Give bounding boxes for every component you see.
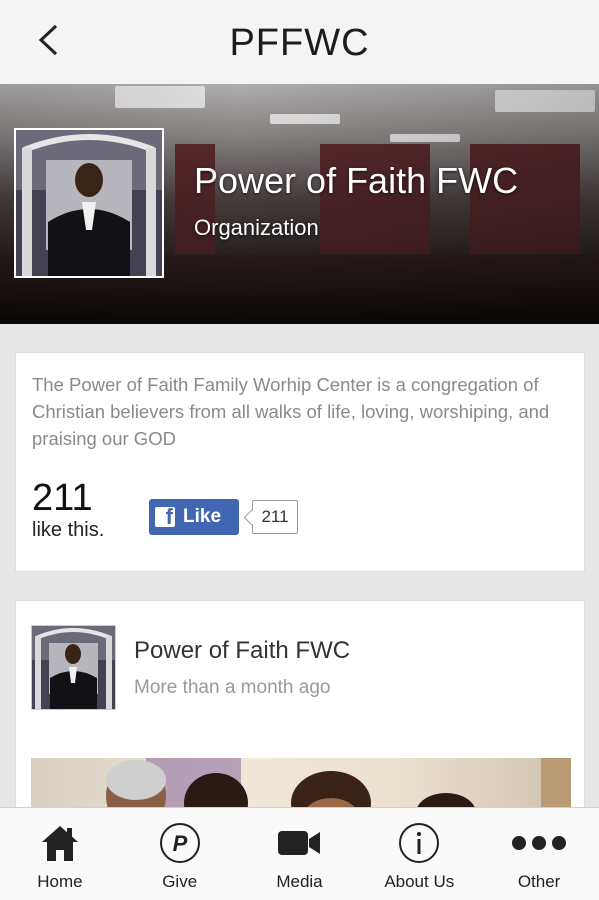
svg-text:P: P bbox=[172, 831, 187, 856]
video-camera-icon bbox=[278, 831, 321, 855]
post-author: Power of Faith FWC bbox=[134, 637, 351, 664]
more-dots-icon bbox=[512, 836, 567, 850]
post-card[interactable]: Power of Faith FWC More than a month ago bbox=[15, 600, 585, 828]
about-description: The Power of Faith Family Worhip Center … bbox=[32, 374, 550, 449]
facebook-icon: f bbox=[155, 507, 175, 527]
bottom-tab-bar: Home P Give Media About Us Other bbox=[0, 807, 599, 900]
give-icon: P bbox=[159, 823, 200, 863]
page-name: Power of Faith FWC bbox=[194, 160, 519, 201]
likes-label: like this. bbox=[32, 519, 105, 541]
profile-photo[interactable] bbox=[14, 128, 164, 278]
post-timestamp: More than a month ago bbox=[134, 677, 331, 698]
tab-give-label: Give bbox=[162, 872, 198, 891]
tab-about-us[interactable]: About Us bbox=[359, 808, 479, 900]
tab-home[interactable]: Home bbox=[0, 808, 120, 900]
app-title: PFFWC bbox=[229, 22, 370, 64]
like-button-label: Like bbox=[183, 506, 222, 527]
post-avatar[interactable] bbox=[31, 625, 116, 710]
home-icon bbox=[41, 826, 78, 861]
like-count-bubble: 211 bbox=[252, 500, 298, 534]
tab-media[interactable]: Media bbox=[240, 808, 360, 900]
tab-about-us-label: About Us bbox=[384, 872, 455, 891]
tab-media-label: Media bbox=[276, 872, 323, 891]
tab-other[interactable]: Other bbox=[479, 808, 599, 900]
likes-count: 211 bbox=[32, 477, 93, 519]
page-category: Organization bbox=[194, 215, 319, 240]
tab-other-label: Other bbox=[517, 872, 561, 891]
about-card: The Power of Faith Family Worhip Center … bbox=[15, 352, 585, 572]
info-icon bbox=[399, 823, 440, 863]
facebook-like-button[interactable]: f Like bbox=[149, 499, 239, 535]
tab-home-label: Home bbox=[37, 872, 83, 891]
tab-give[interactable]: P Give bbox=[120, 808, 240, 900]
top-bar: PFFWC bbox=[0, 0, 599, 85]
